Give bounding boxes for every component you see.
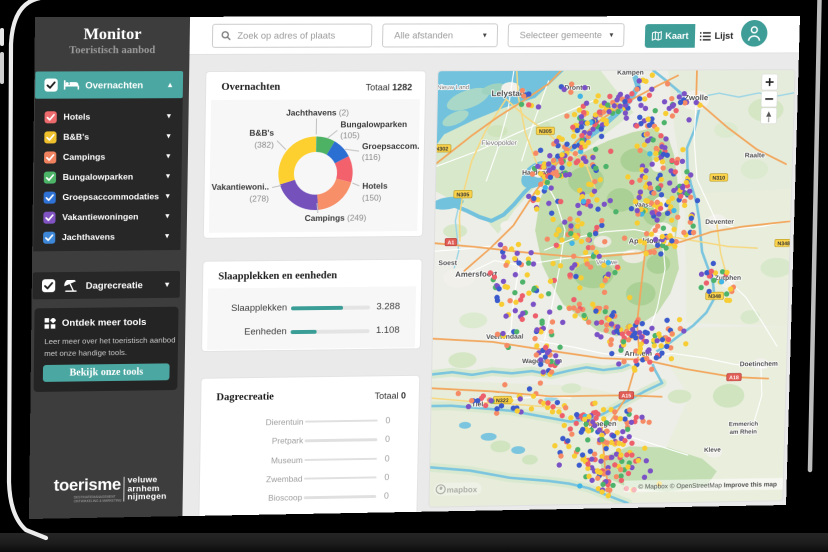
svg-text:A15: A15 [621,394,631,400]
svg-text:A1: A1 [447,240,454,246]
svg-text:(278): (278) [249,194,269,204]
svg-text:Hotels: Hotels [362,181,388,191]
svg-text:(116): (116) [362,152,381,162]
svg-text:(382): (382) [254,140,274,150]
svg-text:Vakantiewoni..: Vakantiewoni.. [212,182,270,192]
svg-text:(105): (105) [340,130,360,140]
svg-text:N348: N348 [777,241,790,247]
svg-text:Emmerich: Emmerich [729,421,759,428]
svg-text:Bungalowparken: Bungalowparken [340,119,407,129]
svg-text:N305: N305 [539,129,552,135]
svg-text:mapbox: mapbox [447,485,478,494]
svg-text:(150): (150) [362,193,382,203]
svg-text:am Rhein: am Rhein [730,429,758,436]
svg-text:Flevopolder: Flevopolder [481,140,517,147]
svg-text:Groepsaccom..: Groepsaccom.. [362,141,421,151]
svg-text:N302: N302 [435,147,448,153]
svg-text:N310: N310 [712,176,725,182]
svg-text:Jachthavens (2): Jachthavens (2) [286,108,349,118]
svg-text:Soest: Soest [438,260,457,267]
svg-text:Deventer: Deventer [705,219,734,226]
svg-text:B&B's: B&B's [249,128,274,138]
svg-text:Raalte: Raalte [745,153,765,160]
svg-text:Doetinchem: Doetinchem [740,361,778,368]
svg-text:Campings (249): Campings (249) [305,213,367,223]
svg-text:Nieuw Land: Nieuw Land [437,84,469,91]
svg-text:N348: N348 [708,294,721,300]
svg-text:N305: N305 [456,192,469,198]
svg-text:A18: A18 [729,375,739,381]
svg-text:Kleve: Kleve [704,447,721,454]
svg-text:Kampen: Kampen [617,70,644,76]
